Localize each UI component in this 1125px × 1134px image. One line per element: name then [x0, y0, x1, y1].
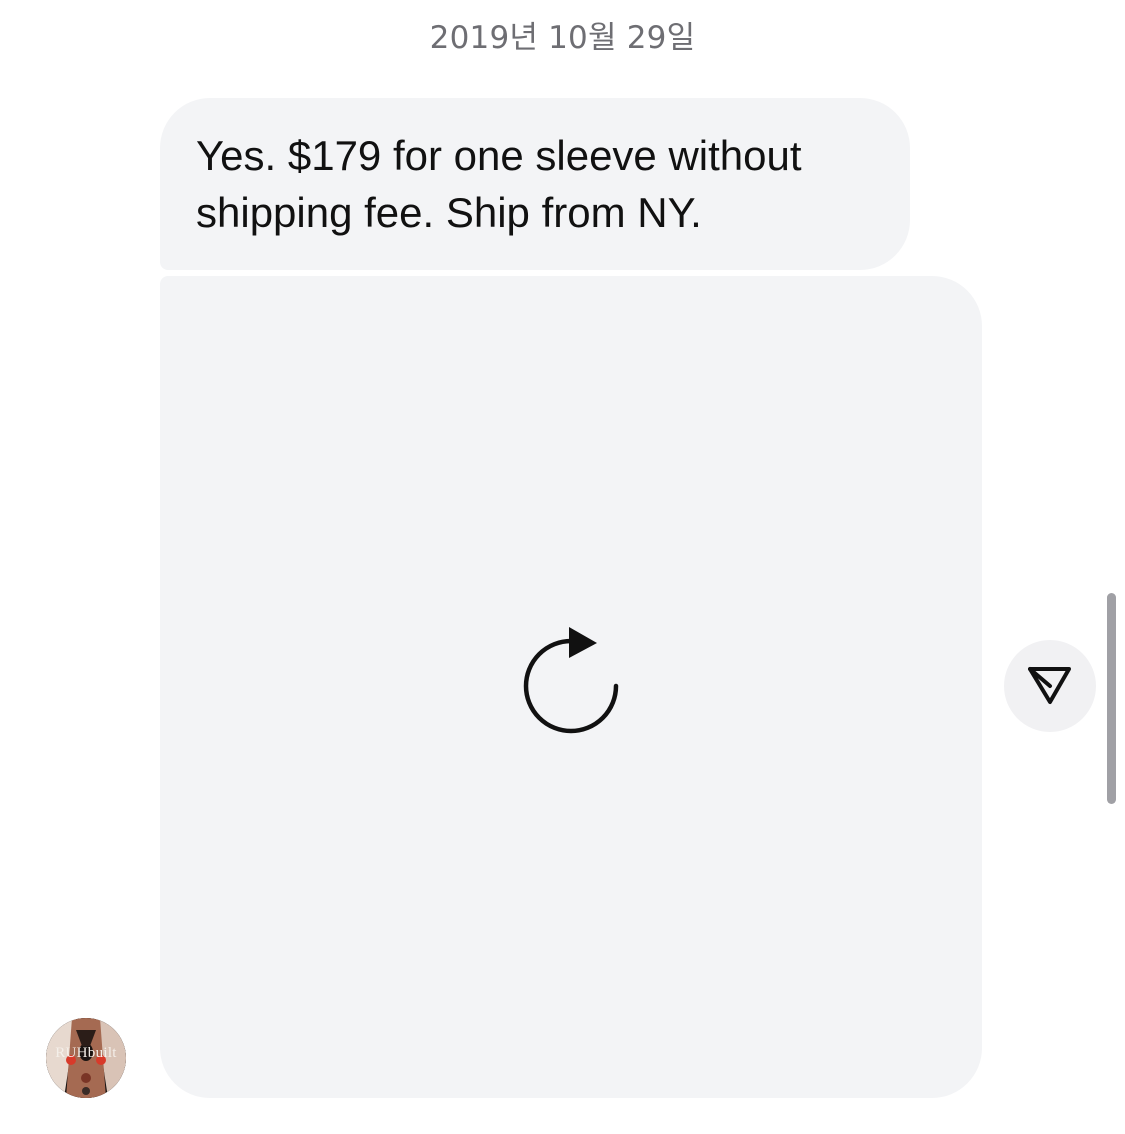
share-button[interactable]: [1004, 640, 1096, 732]
send-icon: [1028, 667, 1071, 704]
avatar-text: RUHbuilt: [55, 1045, 117, 1061]
message-bubble[interactable]: Yes. $179 for one sleeve without shippin…: [160, 98, 910, 270]
date-header: 2019년 10월 29일: [429, 20, 696, 56]
retry-icon[interactable]: [516, 622, 626, 740]
scrollbar[interactable]: [1107, 593, 1116, 804]
message-text: Yes. $179 for one sleeve without shippin…: [196, 132, 802, 236]
avatar[interactable]: RUHbuilt: [46, 1018, 126, 1098]
